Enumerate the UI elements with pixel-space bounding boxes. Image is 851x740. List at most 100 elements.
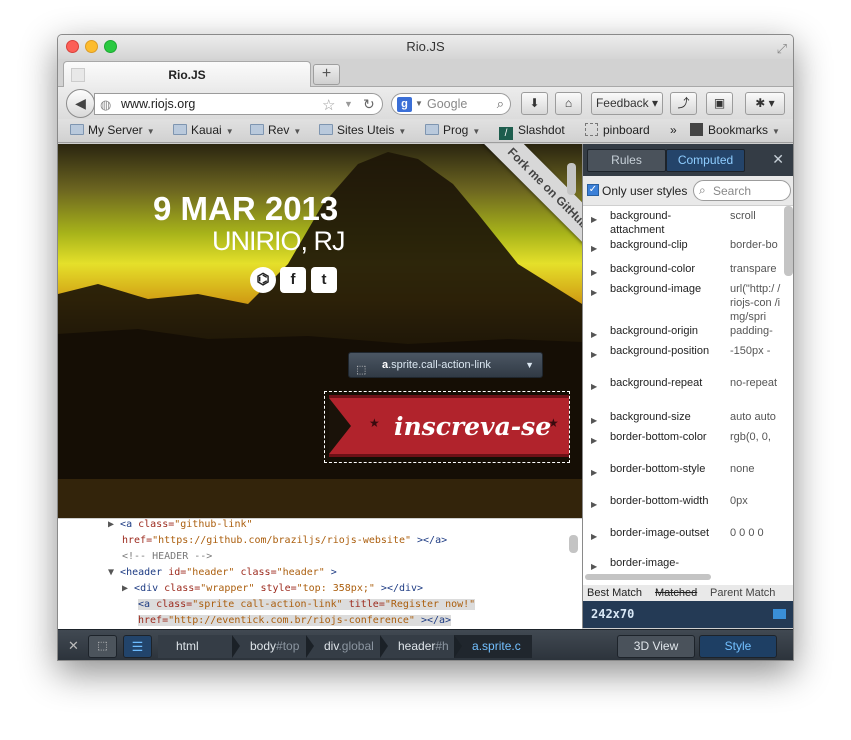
close-icon[interactable]: ✕ [772,151,784,168]
sidebar-vertical-scrollbar[interactable] [784,206,793,276]
github-icon[interactable]: ⌬ [250,267,276,293]
google-engine-icon[interactable]: g [397,97,412,112]
breadcrumb-separator [306,635,314,658]
property-value: transpare [730,263,777,275]
minimize-window-button[interactable] [85,40,98,53]
markup-panel-toggle[interactable]: ☰ [123,635,152,658]
feedback-button[interactable]: Feedback ▾ [591,92,663,115]
markup-line[interactable]: ▶ <div class="wrapper" style="top: 358px… [122,583,423,594]
url-bar[interactable]: ◍ www.riojs.org ☆ ▼ ↻ [94,93,383,115]
search-icon[interactable]: ⌕ [497,96,504,112]
chevron-down-icon[interactable]: ▼ [525,353,534,377]
expand-toggle-icon[interactable]: ▶ [591,530,597,544]
download-button[interactable]: ⬇ [521,92,548,115]
bookmark-folder-rev[interactable]: Rev ▼ [250,123,301,137]
expand-toggle-icon[interactable]: ▶ [591,213,597,227]
expand-toggle-icon[interactable]: ▶ [591,328,597,342]
expand-toggle-icon[interactable]: ▶ [591,286,597,300]
home-button[interactable]: ⌂ [555,92,582,115]
bookmark-folder-my-server[interactable]: My Server ▼ [70,123,155,137]
event-venue: UNIRIO, RJ [212,226,346,256]
url-history-dropdown-icon[interactable]: ▼ [344,99,353,109]
only-user-styles-label[interactable]: Only user styles [602,184,687,198]
bookmarks-menu-button[interactable]: Bookmarks ▼ [690,123,780,137]
screenshot-button[interactable]: ▣ [706,92,733,115]
back-button[interactable]: ◀ [66,89,95,118]
markup-scrollbar[interactable] [569,535,578,553]
collapse-toggle-icon[interactable]: ▼ [108,567,120,578]
close-devtools-icon[interactable]: ✕ [68,638,79,654]
markup-line[interactable]: ▶ <a class="github-link" [108,519,253,530]
markup-token: "Register now!" [384,599,476,610]
markup-token: style= [254,583,297,594]
style-button[interactable]: Style [699,635,777,658]
expand-toggle-icon[interactable]: ▶ [591,242,597,256]
bookmark-folder-sites-uteis[interactable]: Sites Uteis ▼ [319,123,406,137]
bookmark-pinboard[interactable]: pinboard [585,123,650,137]
expand-toggle-icon[interactable]: ▶ [591,466,597,480]
zoom-window-button[interactable] [104,40,117,53]
share-button[interactable]: ⤴ [670,92,697,115]
3d-view-button[interactable]: 3D View [617,635,695,658]
property-name: background-image [610,283,702,295]
markup-line[interactable]: <a class="sprite call-action-link" title… [138,599,476,610]
markup-icon: ☰ [131,639,144,654]
breadcrumb-separator [454,635,462,658]
expand-toggle-icon[interactable]: ▶ [591,498,597,512]
engine-dropdown-icon[interactable]: ▼ [415,99,423,108]
tab-computed[interactable]: Computed [666,149,745,172]
markup-token: <header [120,567,169,578]
breadcrumb-header[interactable]: header#h [380,635,454,658]
expand-toggle-icon[interactable]: ▶ [591,266,597,280]
close-window-button[interactable] [66,40,79,53]
page-vertical-scrollbar[interactable] [567,163,576,195]
expand-layout-toggle[interactable] [773,609,786,619]
markup-token: href= [122,535,153,546]
markup-line[interactable]: ▼ <header id="header" class="header" > [108,567,337,578]
expand-toggle-icon[interactable]: ▶ [591,348,597,362]
markup-panel[interactable]: ▶ <a class="github-link" href="https://gi… [58,519,582,629]
tab-riojs[interactable]: Rio.JS [63,61,311,88]
web-page-viewport[interactable]: 9 MAR 2013 UNIRIO, RJ ⌬ f t Fork me on G… [58,144,582,518]
expand-toggle-icon[interactable]: ▶ [591,380,597,394]
bookmark-folder-prog[interactable]: Prog ▼ [425,123,480,137]
match-legend: Best Match Matched Parent Match [583,585,793,601]
markup-line[interactable]: href="http://eventick.com.br/riojs-confe… [138,615,452,626]
new-tab-button[interactable]: + [313,64,340,85]
bookmarks-overflow-button[interactable]: » [670,123,677,137]
expand-toggle-icon[interactable]: ▶ [591,560,597,572]
addon-menu-button[interactable]: ✱ ▾ [745,92,785,115]
markup-line[interactable]: <!-- HEADER --> [122,551,212,562]
browser-window: Rio.JS ⤢ Rio.JS + ◍ www.riojs.org ☆ ▼ ↻ … [57,34,794,661]
markup-line[interactable]: href="https://github.com/braziljs/riojs-… [122,535,447,546]
sidebar-horizontal-scrollbar[interactable] [585,574,711,580]
breadcrumb-a-selected[interactable]: a.sprite.c [454,635,532,658]
breadcrumb-html[interactable]: html [158,635,232,658]
twitter-icon[interactable]: t [311,267,337,293]
property-value: auto auto [730,411,776,423]
search-placeholder: Search [713,184,752,198]
node-picker-button[interactable]: ⬚ [88,635,117,658]
expand-toggle-icon[interactable]: ▶ [591,434,597,448]
reload-icon[interactable]: ↻ [363,96,375,113]
expand-toggle-icon[interactable]: ▶ [108,519,120,530]
fullscreen-icon[interactable]: ⤢ [777,37,787,61]
bookmark-slashdot[interactable]: / Slashdot [499,123,565,140]
bookmark-folder-kauai[interactable]: Kauai ▼ [173,123,234,137]
property-name: background-color [610,263,695,275]
markup-token: <div [134,583,165,594]
markup-token: class= [138,519,175,530]
breadcrumb-body[interactable]: body#top [232,635,306,658]
tab-rules[interactable]: Rules [587,149,666,172]
share-icon: ⤴ [677,96,690,110]
search-bar[interactable]: g ▼ Google ⌕ [391,93,511,115]
property-search-input[interactable]: ⌕ Search [693,180,791,201]
bookmark-star-icon[interactable]: ☆ [322,96,335,114]
url-text[interactable]: www.riojs.org [121,97,195,111]
expand-toggle-icon[interactable]: ▶ [122,583,134,594]
facebook-icon[interactable]: f [280,267,306,293]
only-user-styles-checkbox[interactable]: ✓ [587,184,599,196]
breadcrumb-div[interactable]: div.global [306,635,380,658]
expand-toggle-icon[interactable]: ▶ [591,414,597,428]
folder-icon [425,124,439,135]
